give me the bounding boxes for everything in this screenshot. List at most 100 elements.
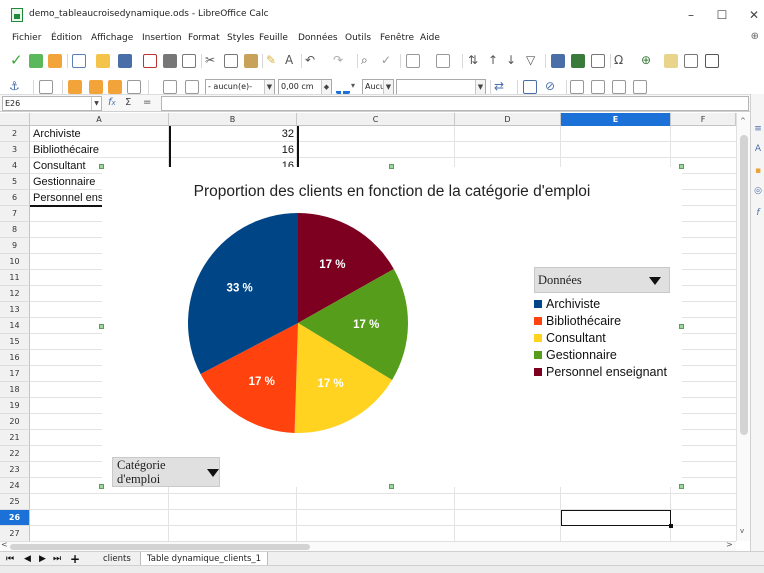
chevron-down-icon[interactable]: ▾ — [351, 79, 355, 93]
row-header-21[interactable]: 21 — [0, 430, 30, 446]
resize-handle-bottom-left[interactable] — [99, 484, 104, 489]
area-fill-select[interactable]: ▼ — [396, 79, 486, 95]
resize-handle-bottom-right[interactable] — [679, 484, 684, 489]
menu-insertion[interactable]: Insertion — [142, 33, 182, 43]
menu-aide[interactable]: Aide — [420, 33, 440, 43]
menu-affichage[interactable]: Affichage — [91, 33, 133, 43]
pivot-data-field-button[interactable]: Données — [534, 267, 670, 293]
row-header-16[interactable]: 16 — [0, 350, 30, 366]
autofilter-icon[interactable]: ▽ — [526, 53, 535, 67]
menu-edition[interactable]: Édition — [51, 33, 82, 43]
row-header-25[interactable]: 25 — [0, 494, 30, 510]
column-header-e[interactable]: E — [561, 113, 671, 126]
add-sheet-button[interactable]: + — [70, 553, 80, 565]
last-sheet-icon[interactable]: ⏭ — [53, 553, 61, 565]
row-header-3[interactable]: 3 — [0, 142, 30, 158]
column-header-c[interactable]: C — [297, 113, 455, 126]
rotate-icon[interactable] — [523, 80, 537, 94]
insert-chart-icon[interactable] — [571, 54, 585, 68]
row-header-23[interactable]: 23 — [0, 462, 30, 478]
sort-icon[interactable]: ⇅ — [468, 53, 478, 67]
cut-icon[interactable]: ✂ — [205, 53, 215, 67]
row-header-18[interactable]: 18 — [0, 382, 30, 398]
paste-icon[interactable] — [244, 54, 258, 68]
first-sheet-icon[interactable]: ⏮ — [6, 553, 14, 565]
vertical-scroll-thumb[interactable] — [740, 135, 748, 435]
vertical-scrollbar[interactable]: ^ v — [736, 113, 750, 541]
clear-formatting-icon[interactable]: A — [285, 53, 293, 67]
cell-b3[interactable]: 16 — [169, 142, 297, 158]
horizontal-scroll-thumb[interactable] — [10, 544, 310, 550]
row-header-14[interactable]: 14 — [0, 318, 30, 334]
menu-fenetre[interactable]: Fenêtre — [380, 33, 414, 43]
menu-fichier[interactable]: Fichier — [12, 33, 41, 43]
menu-outils[interactable]: Outils — [345, 33, 371, 43]
resize-handle-top-right[interactable] — [679, 164, 684, 169]
line-width-field[interactable]: 0,00 cm ◆ — [278, 79, 332, 95]
new-document-icon[interactable] — [72, 54, 86, 68]
row-header-8[interactable]: 8 — [0, 222, 30, 238]
check-icon[interactable]: ✓ — [10, 53, 23, 68]
function-wizard-icon[interactable]: fx — [108, 97, 116, 108]
row-header-11[interactable]: 11 — [0, 270, 30, 286]
line-color-icon[interactable] — [336, 80, 350, 94]
row-header-17[interactable]: 17 — [0, 366, 30, 382]
next-sheet-icon[interactable]: ▶ — [39, 553, 46, 565]
row-header-7[interactable]: 7 — [0, 206, 30, 222]
row-header-22[interactable]: 22 — [0, 446, 30, 462]
row-header-2[interactable]: 2 — [0, 126, 30, 142]
special-character-icon[interactable]: Ω — [614, 53, 623, 67]
maximize-button[interactable]: ☐ — [712, 6, 732, 24]
forward-one-icon[interactable] — [89, 80, 103, 94]
open-folder-icon[interactable] — [96, 54, 110, 68]
sheet-tab-clients[interactable]: clients — [97, 552, 137, 566]
row-header-9[interactable]: 9 — [0, 238, 30, 254]
column-header-b[interactable]: B — [169, 113, 297, 126]
undo-icon[interactable]: ↶ — [305, 53, 315, 67]
send-to-back-icon[interactable] — [127, 80, 141, 94]
resize-handle-bottom[interactable] — [389, 484, 394, 489]
selected-cell-e26[interactable] — [561, 510, 671, 526]
previous-sheet-icon[interactable]: ◀ — [24, 553, 31, 565]
row-icon[interactable] — [406, 54, 420, 68]
menu-styles[interactable]: Styles — [227, 33, 254, 43]
column-header-a[interactable]: A — [30, 113, 169, 126]
backward-one-icon[interactable] — [108, 80, 122, 94]
row-header-5[interactable]: 5 — [0, 174, 30, 190]
row-header-13[interactable]: 13 — [0, 302, 30, 318]
formula-equals-icon[interactable]: = — [143, 97, 151, 108]
name-box[interactable]: E26 ▼ — [2, 96, 102, 111]
horizontal-scrollbar[interactable]: < > — [0, 540, 736, 551]
sort-ascending-icon[interactable]: ↑ — [488, 53, 498, 67]
wrap-icon[interactable] — [39, 80, 53, 94]
copy-icon[interactable] — [224, 54, 238, 68]
insert-image-icon[interactable] — [551, 54, 565, 68]
cell-a3[interactable]: Bibliothécaire — [30, 142, 169, 158]
functions-icon[interactable]: f — [753, 208, 763, 218]
clone-formatting-icon[interactable]: ✎ — [266, 53, 276, 67]
area-icon[interactable] — [185, 80, 199, 94]
line-icon[interactable] — [163, 80, 177, 94]
scroll-down-icon[interactable]: v — [740, 527, 744, 535]
hyperlink-icon[interactable]: ⊕ — [641, 53, 651, 67]
column-header-f[interactable]: F — [671, 113, 736, 126]
styles-icon[interactable]: A — [753, 144, 763, 154]
column-header-d[interactable]: D — [455, 113, 561, 126]
sheet-tab-pivot[interactable]: Table dynamique_clients_1 — [140, 552, 269, 566]
headers-footers-icon[interactable] — [684, 54, 698, 68]
pivot-table-icon[interactable] — [591, 54, 605, 68]
row-header-26[interactable]: 26 — [0, 510, 30, 526]
comment-icon[interactable] — [664, 54, 678, 68]
transformations-icon[interactable]: ⇄ — [494, 79, 504, 93]
cell-b2[interactable]: 32 — [169, 126, 297, 142]
save-icon[interactable] — [118, 54, 132, 68]
resize-handle-top[interactable] — [389, 164, 394, 169]
align-left-icon[interactable] — [570, 80, 584, 94]
print-preview-icon[interactable] — [182, 54, 196, 68]
align-center-icon[interactable] — [591, 80, 605, 94]
scroll-right-icon[interactable]: > — [726, 540, 733, 549]
pivot-category-field-button[interactable]: Catégorie d'emploi — [112, 457, 220, 487]
minimize-button[interactable]: – — [681, 6, 701, 24]
menu-donnees[interactable]: Données — [298, 33, 338, 43]
row-header-27[interactable]: 27 — [0, 526, 30, 541]
